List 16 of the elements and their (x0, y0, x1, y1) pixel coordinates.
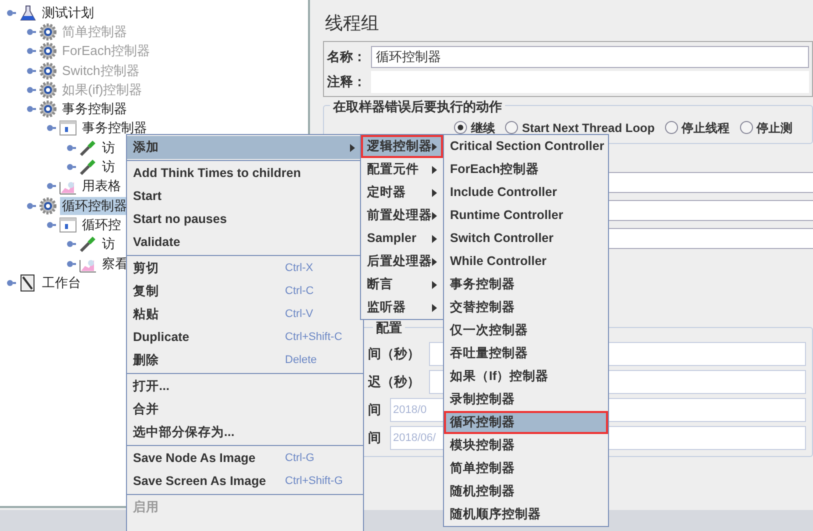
shortcut-label: Delete (285, 353, 318, 368)
shortcut-label: Ctrl-V (285, 307, 314, 322)
shortcut-label: Ctrl-X (285, 261, 314, 276)
panel-title: 线程组 (325, 12, 380, 35)
shortcut-label: Ctrl+Shift-G (285, 474, 344, 490)
name-label: 名称： (327, 48, 367, 66)
comment-label: 注释： (327, 72, 367, 91)
field-label: 间（秒） (368, 344, 420, 363)
field-label: 间 (368, 400, 381, 419)
shortcut-label: Ctrl-G (285, 451, 316, 466)
field-label: 间 (368, 428, 381, 447)
section-legend: 在取样器错误后要执行的动作 (330, 99, 505, 114)
section-legend: 配置 (373, 320, 405, 334)
field-label: 迟（秒） (368, 372, 420, 391)
shortcut-label: Ctrl-C (285, 284, 315, 300)
shortcut-label: Ctrl+Shift-C (285, 330, 344, 346)
